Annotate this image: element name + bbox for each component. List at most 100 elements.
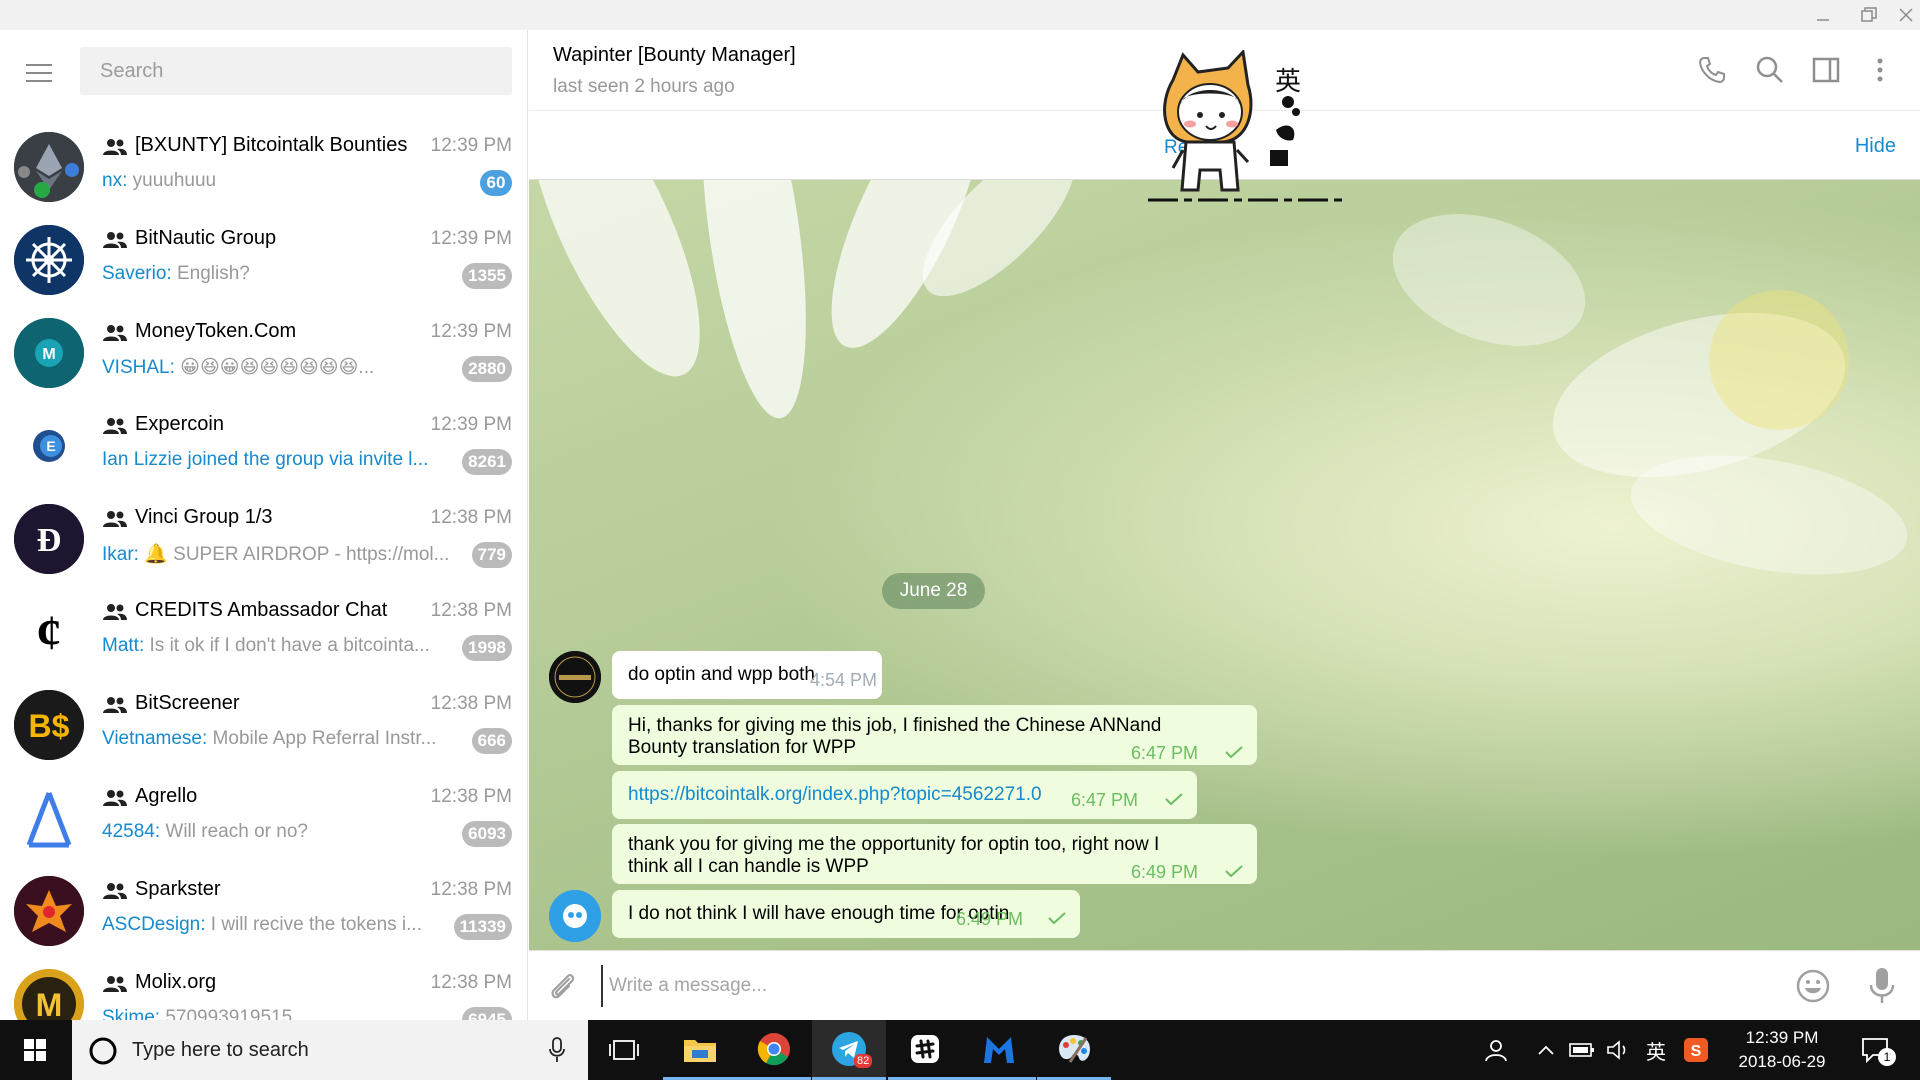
- avatar: [14, 132, 84, 202]
- group-icon: [103, 976, 127, 992]
- preview-text: English?: [171, 263, 250, 284]
- hide-button[interactable]: Hide: [1855, 135, 1896, 158]
- chat-item-bitscreener[interactable]: B$ BitScreener 12:38 PM Vietnamese: Mobi…: [0, 678, 527, 771]
- emoji-icon[interactable]: [1795, 968, 1831, 1004]
- close-button[interactable]: [1892, 0, 1920, 30]
- svg-text:¢: ¢: [37, 604, 62, 660]
- chat-item-sparkster[interactable]: Sparkster 12:38 PM ASCDesign: I will rec…: [0, 864, 527, 957]
- hamburger-menu-icon[interactable]: [22, 58, 56, 88]
- chat-preview: VISHAL: 😀😆😀😆😆😆😆😆😆...: [102, 356, 452, 379]
- search-icon[interactable]: [1754, 54, 1786, 86]
- chat-time: 12:38 PM: [430, 879, 512, 900]
- background-petal: [1709, 290, 1849, 430]
- preview-sender: 42584:: [102, 821, 161, 842]
- message-outgoing[interactable]: thank you for giving me the opportunity …: [612, 824, 1257, 884]
- search-input[interactable]: [80, 47, 512, 95]
- paint-palette-icon: [1059, 1034, 1090, 1063]
- chat-item-bxunty[interactable]: [BXUNTY] Bitcointalk Bounties 12:39 PM n…: [0, 120, 527, 213]
- preview-sender: nx:: [102, 170, 128, 191]
- preview-text: I will recive the tokens i...: [205, 914, 422, 935]
- background-petal: [1374, 189, 1604, 371]
- chat-item-vinci[interactable]: Đ Vinci Group 1/3 12:38 PM Ikar: 🔔 SUPER…: [0, 492, 527, 585]
- svg-text:S: S: [1691, 1043, 1702, 1060]
- chat-preview: Saverio: English?: [102, 263, 452, 285]
- floating-sticker: 英: [1148, 48, 1348, 225]
- restore-button[interactable]: [1846, 0, 1892, 30]
- telegram-unread-badge: 82: [854, 1054, 873, 1068]
- sender-avatar[interactable]: [549, 651, 601, 703]
- message-input[interactable]: [601, 965, 1801, 1007]
- cat-hood-character-icon: 英: [1148, 48, 1348, 202]
- sparkster-logo-icon: [14, 876, 84, 946]
- taskbar-telegram[interactable]: 82: [812, 1020, 886, 1080]
- more-options-icon[interactable]: [1864, 54, 1896, 86]
- phone-icon[interactable]: [1696, 54, 1728, 86]
- bitscreener-logo-icon: B$: [14, 690, 84, 760]
- chat-item-agrello[interactable]: Agrello 12:38 PM 42584: Will reach or no…: [0, 771, 527, 864]
- avatar: M: [14, 969, 84, 1020]
- preview-sender: Skime:: [102, 1007, 161, 1020]
- attach-icon[interactable]: [545, 969, 579, 1003]
- avatar: B$: [14, 690, 84, 760]
- people-icon[interactable]: [1482, 1036, 1510, 1064]
- chat-preview: 42584: Will reach or no?: [102, 821, 452, 843]
- wapinter-logo-icon: [549, 651, 601, 703]
- ship-wheel-icon: [14, 225, 84, 295]
- my-avatar[interactable]: [549, 890, 601, 942]
- message-incoming[interactable]: do optin and wpp both 4:54 PM: [612, 651, 882, 699]
- action-center-icon[interactable]: 1: [1856, 1034, 1896, 1066]
- sidebar-toggle-icon[interactable]: [1810, 54, 1842, 86]
- group-icon: [103, 139, 127, 155]
- preview-text: 🔔 SUPER AIRDROP - https://mol...: [138, 544, 450, 565]
- avatar: ¢: [14, 597, 84, 667]
- message-link[interactable]: https://bitcointalk.org/index.php?topic=…: [628, 782, 1042, 808]
- chat-item-expercoin[interactable]: E Expercoin 12:39 PM Ian Lizzie joined t…: [0, 399, 527, 492]
- task-view-button[interactable]: [587, 1020, 661, 1080]
- group-icon: [103, 604, 127, 620]
- input-method-indicator[interactable]: 英: [1642, 1036, 1670, 1064]
- message-outgoing[interactable]: Hi, thanks for giving me this job, I fin…: [612, 705, 1257, 765]
- unread-badge: 8261: [462, 449, 512, 475]
- message-outgoing[interactable]: I do not think I will have enough time f…: [612, 890, 1080, 938]
- chat-name: [BXUNTY] Bitcointalk Bounties: [135, 134, 408, 156]
- svg-text:M: M: [36, 987, 63, 1020]
- chat-item-moneytoken[interactable]: M MoneyToken.Com 12:39 PM VISHAL: 😀😆😀😆😆😆…: [0, 306, 527, 399]
- microphone-icon[interactable]: [548, 1037, 566, 1063]
- start-button[interactable]: [0, 1020, 70, 1080]
- show-hidden-icons-chevron-icon[interactable]: [1532, 1036, 1560, 1064]
- chat-name: BitScreener: [135, 692, 240, 714]
- chat-item-credits[interactable]: ¢ CREDITS Ambassador Chat 12:38 PM Matt:…: [0, 585, 527, 678]
- svg-text:Đ: Đ: [37, 522, 62, 559]
- peer-status: last seen 2 hours ago: [553, 76, 735, 97]
- chat-time: 12:39 PM: [430, 321, 512, 342]
- chat-name: CREDITS Ambassador Chat: [135, 599, 388, 621]
- volume-icon[interactable]: [1604, 1036, 1632, 1064]
- taskbar-malwarebytes[interactable]: [962, 1020, 1036, 1080]
- chat-time: 12:38 PM: [430, 693, 512, 714]
- preview-text: yuuuhuuu: [127, 170, 217, 191]
- taskbar-paint[interactable]: [1037, 1020, 1111, 1080]
- preview-text: 570993919515: [160, 1007, 293, 1020]
- taskbar-clock[interactable]: 12:39 PM 2018-06-29: [1722, 1026, 1842, 1074]
- taskbar-file-explorer[interactable]: [663, 1020, 737, 1080]
- minimize-button[interactable]: [1800, 0, 1846, 30]
- sogou-input-icon[interactable]: S: [1682, 1036, 1710, 1064]
- chat-item-molix[interactable]: M Molix.org 12:38 PM Skime: 570993919515…: [0, 957, 527, 1020]
- chat-name: Sparkster: [135, 878, 221, 900]
- battery-icon[interactable]: [1568, 1036, 1596, 1064]
- chat-time: 12:38 PM: [430, 786, 512, 807]
- chat-preview: nx: yuuuhuuu: [102, 170, 452, 192]
- svg-text:B$: B$: [29, 708, 70, 744]
- background-petal: [682, 180, 826, 425]
- unread-badge: 1355: [462, 263, 512, 289]
- message-outgoing[interactable]: https://bitcointalk.org/index.php?topic=…: [612, 771, 1197, 819]
- chat-item-bitnautic[interactable]: BitNautic Group 12:39 PM Saverio: Englis…: [0, 213, 527, 306]
- avatar: [14, 876, 84, 946]
- chat-time: 12:39 PM: [430, 414, 512, 435]
- taskbar-slack[interactable]: [888, 1020, 962, 1080]
- taskbar-search-box[interactable]: Type here to search: [72, 1020, 588, 1080]
- microphone-icon[interactable]: [1865, 965, 1899, 1005]
- taskbar-chrome[interactable]: [737, 1020, 811, 1080]
- peer-name[interactable]: Wapinter [Bounty Manager]: [553, 44, 796, 67]
- unread-badge: 1998: [462, 635, 512, 661]
